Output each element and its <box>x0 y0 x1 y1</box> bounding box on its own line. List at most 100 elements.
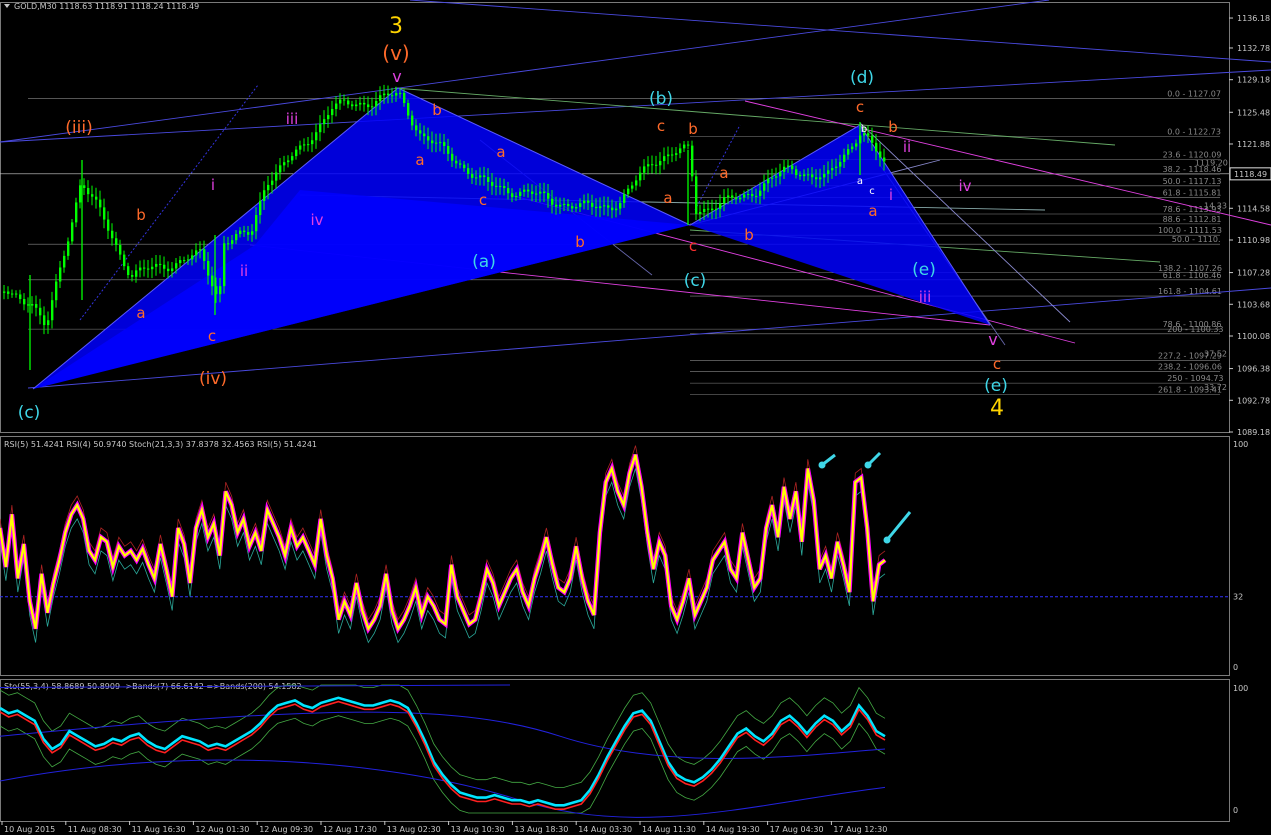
candle-body <box>635 180 638 186</box>
rsi-header: RSI(5) 51.4241 RSI(4) 50.9740 Stoch(21,3… <box>4 440 317 449</box>
time-tick-label: 14 Aug 19:30 <box>706 825 760 834</box>
candle-body <box>115 238 118 245</box>
candle-body <box>631 185 634 189</box>
time-tick-label: 13 Aug 10:30 <box>451 825 505 834</box>
candle-body <box>611 207 614 211</box>
price-tick-label: 1132.78 <box>1237 44 1270 53</box>
candle-body <box>119 244 122 255</box>
candle-body <box>103 207 106 220</box>
candle-body <box>879 151 882 158</box>
candle-body <box>3 291 6 293</box>
fib-label: 250 - 1094.73 <box>1167 374 1223 383</box>
candle-body <box>655 164 658 166</box>
candle-body <box>823 173 826 178</box>
candle-body <box>459 163 462 165</box>
candle-body <box>647 164 650 167</box>
candle-body <box>235 234 238 241</box>
candle-body <box>223 243 226 287</box>
candle-body <box>427 136 430 141</box>
candle-body <box>199 249 202 251</box>
candle-body <box>767 178 770 184</box>
candle-body <box>667 154 670 157</box>
candle-body <box>419 130 422 134</box>
candle-body <box>191 255 194 260</box>
candle-body <box>179 260 182 264</box>
time-tick-label: 11 Aug 16:30 <box>132 825 186 834</box>
candle-body <box>755 195 758 197</box>
candle-body <box>339 99 342 104</box>
candle-body <box>711 208 714 211</box>
candle-body <box>39 307 42 316</box>
candle-body <box>795 169 798 175</box>
chart-symbol-ohlc: GOLD,M30 1118.63 1118.91 1118.24 1118.49 <box>14 2 199 11</box>
candle-body <box>511 193 514 198</box>
rsi5-line <box>0 454 886 632</box>
wave-label: (d) <box>850 68 874 88</box>
wave-label: iii <box>286 110 299 128</box>
candle-body <box>63 255 66 268</box>
candle-body <box>599 206 602 209</box>
wave-label: (c) <box>18 403 41 423</box>
wave-label: i <box>211 176 215 194</box>
candle-body <box>519 191 522 196</box>
fib-label: 61.8 - 1115.81 <box>1163 188 1222 197</box>
cyan-arrow-head <box>883 536 891 544</box>
candle-body <box>251 231 254 235</box>
candle-body <box>659 161 662 166</box>
time-tick-label: 14 Aug 11:30 <box>642 825 696 834</box>
candle-body <box>627 188 630 195</box>
time-tick-label: 17 Aug 12:30 <box>833 825 887 834</box>
candle-body <box>487 177 490 182</box>
rsi-tick-label: 100 <box>1233 440 1248 449</box>
candle-body <box>143 267 146 269</box>
candle-body <box>99 199 102 208</box>
candle-body <box>371 106 374 108</box>
candle-body <box>791 165 794 170</box>
candle-body <box>239 230 242 235</box>
candle-body <box>675 153 678 155</box>
candle-body <box>639 172 642 181</box>
candle-body <box>59 267 62 282</box>
candle-body <box>75 202 78 223</box>
candle-body <box>135 270 138 277</box>
candle-body <box>763 183 766 191</box>
candle-body <box>203 249 206 261</box>
candle-body <box>35 304 38 308</box>
candle-body <box>579 203 582 208</box>
candle-body <box>71 222 74 242</box>
candle-body <box>67 241 70 256</box>
candle-body <box>799 174 802 177</box>
candle-body <box>871 135 874 143</box>
price-tick-label: 1089.18 <box>1237 428 1270 437</box>
price-tick-label: 1121.88 <box>1237 140 1270 149</box>
candle-body <box>47 320 50 326</box>
candle-body <box>531 191 534 194</box>
candle-body <box>679 148 682 154</box>
candle-body <box>399 92 402 94</box>
wave-label: a <box>136 304 145 322</box>
wave-label: (v) <box>382 41 409 65</box>
candle-body <box>471 173 474 178</box>
candle-body <box>423 133 426 137</box>
candle-body <box>739 197 742 200</box>
wave-label: b <box>575 233 585 251</box>
candle-body <box>851 146 854 150</box>
candle-body <box>355 104 358 107</box>
candle-body <box>335 103 338 110</box>
fib-label: 50.0 - 1110. <box>1172 235 1221 244</box>
candle-body <box>55 281 58 301</box>
candle-body <box>267 184 270 191</box>
candle-body <box>307 144 310 146</box>
candle-body <box>827 170 830 174</box>
time-tick-label: 13 Aug 02:30 <box>387 825 441 834</box>
wave-label: c <box>479 191 487 209</box>
candle-body <box>367 104 370 108</box>
candle-body <box>43 315 46 326</box>
candle-body <box>7 291 10 294</box>
wave-label: (e) <box>912 260 936 280</box>
wave-label: c <box>208 327 216 345</box>
candle-body <box>731 195 734 198</box>
candle-body <box>563 203 566 205</box>
fib-label: 14.33 <box>1204 201 1227 210</box>
candle-body <box>291 156 294 161</box>
